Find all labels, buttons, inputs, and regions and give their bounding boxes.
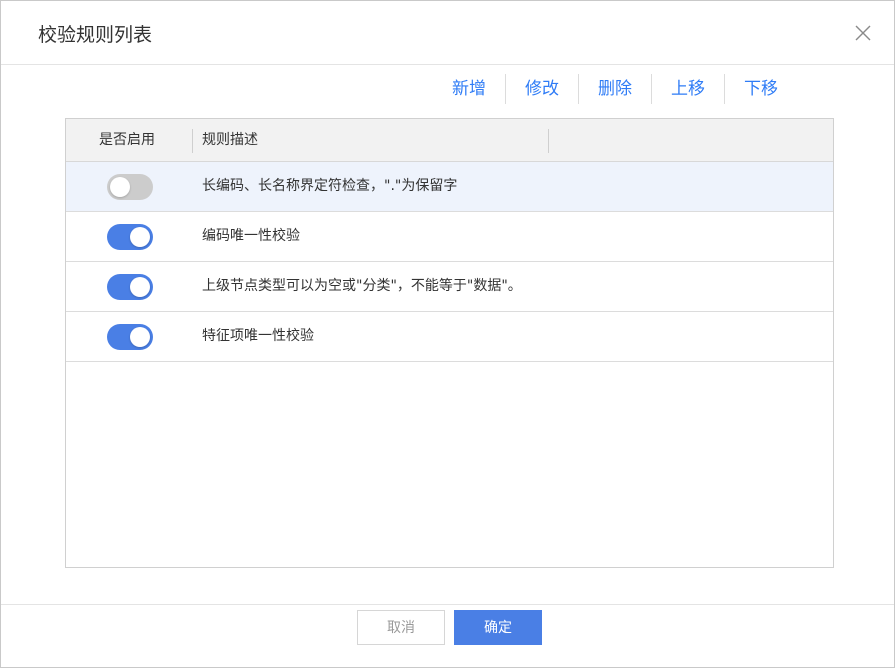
table-header: 是否启用 规则描述 bbox=[66, 119, 833, 162]
table-row[interactable]: 长编码、长名称界定符检查，"."为保留字 bbox=[66, 162, 833, 212]
toggle-knob bbox=[130, 227, 150, 247]
column-header-enabled[interactable]: 是否启用 bbox=[99, 119, 155, 161]
enable-toggle[interactable] bbox=[107, 274, 153, 300]
title-divider bbox=[1, 64, 894, 65]
add-button[interactable]: 新增 bbox=[433, 73, 505, 105]
table-row[interactable]: 上级节点类型可以为空或"分类"，不能等于"数据"。 bbox=[66, 262, 833, 312]
rule-table: 是否启用 规则描述 长编码、长名称界定符检查，"."为保留字 编码唯一性校验 上… bbox=[65, 118, 834, 568]
move-up-button[interactable]: 上移 bbox=[652, 73, 724, 105]
rule-description: 长编码、长名称界定符检查，"."为保留字 bbox=[202, 178, 458, 194]
toggle-knob bbox=[130, 277, 150, 297]
dialog-title: 校验规则列表 bbox=[38, 24, 153, 46]
table-row[interactable]: 特征项唯一性校验 bbox=[66, 312, 833, 362]
close-icon[interactable] bbox=[853, 23, 873, 43]
toolbar: 新增 修改 删除 上移 下移 bbox=[433, 73, 797, 105]
rule-description: 上级节点类型可以为空或"分类"，不能等于"数据"。 bbox=[202, 278, 522, 294]
column-header-description[interactable]: 规则描述 bbox=[202, 119, 258, 161]
confirm-button[interactable]: 确定 bbox=[454, 610, 542, 645]
delete-button[interactable]: 删除 bbox=[579, 73, 651, 105]
move-down-button[interactable]: 下移 bbox=[725, 73, 797, 105]
rule-description: 编码唯一性校验 bbox=[202, 228, 300, 244]
enable-toggle[interactable] bbox=[107, 174, 153, 200]
column-divider bbox=[192, 129, 193, 153]
rule-list-dialog: 校验规则列表 新增 修改 删除 上移 下移 是否启用 规则描述 长编码、长名称界… bbox=[0, 0, 895, 668]
edit-button[interactable]: 修改 bbox=[506, 73, 578, 105]
enable-toggle[interactable] bbox=[107, 324, 153, 350]
table-row[interactable]: 编码唯一性校验 bbox=[66, 212, 833, 262]
toggle-knob bbox=[110, 177, 130, 197]
toggle-knob bbox=[130, 327, 150, 347]
footer-divider bbox=[1, 604, 894, 605]
cancel-button[interactable]: 取消 bbox=[357, 610, 445, 645]
enable-toggle[interactable] bbox=[107, 224, 153, 250]
column-divider bbox=[548, 129, 549, 153]
rule-description: 特征项唯一性校验 bbox=[202, 328, 314, 344]
